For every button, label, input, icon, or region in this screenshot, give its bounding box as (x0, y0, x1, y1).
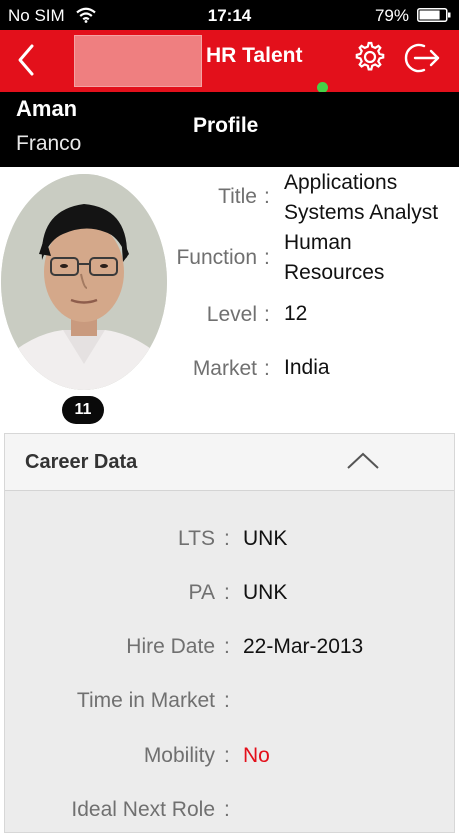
function-value-line1: Human (284, 231, 352, 254)
logout-icon[interactable] (400, 40, 442, 76)
market-value: India (284, 356, 330, 379)
battery-percent: 79% (374, 6, 409, 25)
market-label: Market (192, 357, 257, 380)
app-header: HR Talent (0, 30, 459, 93)
employee-photo (1, 174, 167, 390)
company-logo (74, 35, 202, 87)
ideal-next-role-label: Ideal Next Role (71, 798, 215, 821)
title-separator: : (264, 185, 270, 208)
career-data-header[interactable]: Career Data (5, 434, 454, 491)
hire-date-value: 22-Mar-2013 (243, 635, 364, 658)
level-label: Level (206, 303, 257, 326)
function-label: Function (176, 246, 257, 269)
level-separator: : (264, 303, 270, 326)
page-title: Profile (193, 114, 259, 137)
gear-icon[interactable] (353, 40, 387, 74)
chevron-up-icon[interactable] (345, 448, 381, 472)
pa-separator: : (224, 581, 230, 604)
lts-value: UNK (243, 527, 288, 550)
employee-name-band: Aman Franco Profile (0, 92, 459, 167)
hire-date-label: Hire Date (126, 635, 215, 658)
title-value-line2: Systems Analyst (284, 201, 439, 224)
back-icon[interactable] (8, 38, 48, 82)
function-separator: : (264, 246, 270, 269)
lts-separator: : (224, 527, 230, 550)
hire-date-separator: : (224, 635, 230, 658)
count-badge: 11 (62, 396, 104, 424)
mobility-label: Mobility (143, 744, 215, 767)
app-title: HR Talent (206, 44, 303, 67)
mobility-value: No (243, 744, 270, 767)
status-bar: No SIM 17:14 79% (0, 0, 459, 30)
time-in-market-separator: : (224, 689, 230, 712)
pa-label: PA (188, 581, 215, 604)
function-value: Human Resources (284, 228, 384, 288)
market-separator: : (264, 357, 270, 380)
function-value-line2: Resources (284, 261, 385, 284)
career-data-panel: Career Data LTS : UNK PA : UNK Hire Date… (4, 433, 455, 833)
mobility-separator: : (224, 744, 230, 767)
level-value: 12 (284, 302, 308, 325)
employee-last-name: Franco (16, 132, 82, 155)
pa-value: UNK (243, 581, 288, 604)
career-data-title: Career Data (25, 451, 138, 473)
employee-first-name: Aman (16, 96, 78, 121)
battery-icon (417, 8, 451, 22)
title-label: Title (218, 185, 257, 208)
profile-section: 11 Title : Applications Systems Analyst … (0, 167, 459, 432)
time-in-market-label: Time in Market (76, 689, 215, 712)
ideal-next-role-separator: : (224, 798, 230, 821)
lts-label: LTS (178, 527, 215, 550)
title-value: Applications Systems Analyst (284, 168, 438, 228)
title-value-line1: Applications (284, 171, 398, 194)
